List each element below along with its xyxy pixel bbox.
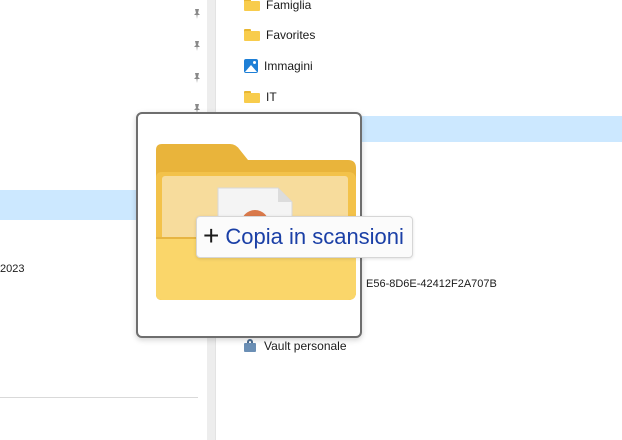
- guid-text: E56-8D6E-42412F2A707B: [366, 278, 497, 290]
- list-item-immagini[interactable]: Immagini: [244, 56, 313, 76]
- item-label: IT: [266, 90, 277, 104]
- drop-action-verb: Copia in: [225, 224, 307, 249]
- list-item-vault-personale[interactable]: Vault personale: [244, 337, 347, 355]
- folder-icon: [244, 29, 260, 41]
- date-text: 2023: [0, 263, 25, 275]
- folder-icon: [244, 91, 260, 103]
- plus-icon: +: [203, 219, 220, 251]
- drag-drop-tooltip: + Copia in scansioni: [196, 216, 413, 258]
- drop-action-text: Copia in scansioni: [225, 224, 404, 250]
- item-label: Immagini: [264, 59, 313, 73]
- item-label: Vault personale: [264, 339, 347, 353]
- list-item-favorites[interactable]: Favorites: [244, 25, 315, 45]
- list-item-it[interactable]: IT: [244, 87, 277, 107]
- folder-icon: [244, 0, 260, 11]
- selected-list-item[interactable]: [362, 116, 622, 142]
- file-explorer-window: 2023 Famiglia Favorites Immagini IT E56-…: [0, 0, 622, 440]
- pictures-icon: [244, 59, 258, 73]
- personal-vault-icon: [244, 339, 258, 353]
- pin-icon: [191, 72, 203, 84]
- item-label: Famiglia: [266, 0, 312, 12]
- pin-icon: [191, 8, 203, 20]
- drop-target-name: scansioni: [312, 224, 404, 249]
- pin-icon: [191, 40, 203, 52]
- pane-divider: [0, 397, 198, 398]
- list-item-famiglia[interactable]: Famiglia: [244, 0, 311, 15]
- item-label: Favorites: [266, 28, 316, 42]
